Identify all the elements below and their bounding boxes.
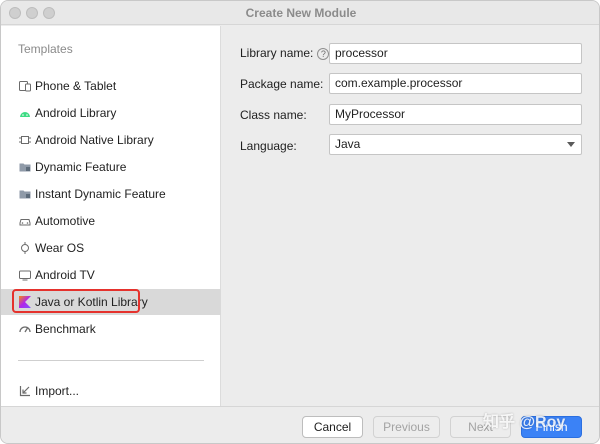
language-label: Language: bbox=[240, 139, 297, 153]
sidebar-item-automotive[interactable]: Automotive bbox=[1, 208, 221, 234]
sidebar-item-label: Wear OS bbox=[35, 241, 85, 255]
tv-icon bbox=[19, 270, 31, 281]
library-name-label: Library name:? bbox=[240, 46, 330, 60]
sidebar-item-label: Automotive bbox=[35, 214, 96, 228]
folder-icon bbox=[19, 190, 31, 199]
sidebar-item-label: Android Library bbox=[35, 106, 117, 120]
sidebar-item-dynamic-feature[interactable]: Dynamic Feature bbox=[1, 154, 221, 180]
sidebar-item-phone-tablet[interactable]: Phone & Tablet bbox=[1, 73, 221, 99]
sidebar-item-label: Phone & Tablet bbox=[35, 79, 117, 93]
sidebar-item-label: Android Native Library bbox=[35, 133, 154, 147]
phone-tablet-icon bbox=[19, 81, 31, 92]
class-name-field[interactable]: MyProcessor bbox=[329, 104, 582, 125]
watch-icon bbox=[21, 242, 29, 254]
window-title: Create New Module bbox=[245, 6, 357, 20]
folder-icon bbox=[19, 163, 31, 172]
sidebar-item-instant-dynamic-feature[interactable]: Instant Dynamic Feature bbox=[1, 181, 221, 207]
sidebar-item-label: Instant Dynamic Feature bbox=[35, 187, 166, 201]
sidebar-item-android-library[interactable]: Android Library bbox=[1, 100, 221, 126]
language-select[interactable]: Java bbox=[329, 134, 582, 155]
package-name-label: Package name: bbox=[240, 77, 324, 91]
selection-highlight-box bbox=[12, 289, 140, 313]
car-icon bbox=[19, 219, 31, 226]
library-name-field[interactable]: processor bbox=[329, 43, 582, 64]
class-name-label: Class name: bbox=[240, 108, 307, 122]
sidebar-item-benchmark[interactable]: Benchmark bbox=[1, 316, 221, 342]
import-label: Import... bbox=[35, 384, 80, 398]
native-library-icon bbox=[19, 136, 31, 144]
module-form: Library name:? processor Package name: c… bbox=[222, 26, 599, 406]
help-icon[interactable]: ? bbox=[317, 47, 330, 60]
sidebar-item-label: Benchmark bbox=[35, 322, 96, 336]
previous-button[interactable]: Previous bbox=[373, 416, 440, 438]
sidebar-item-wear-os[interactable]: Wear OS bbox=[1, 235, 221, 261]
chevron-down-icon bbox=[567, 142, 575, 147]
templates-header: Templates bbox=[18, 42, 73, 56]
sidebar-divider bbox=[18, 360, 204, 361]
package-name-field[interactable]: com.example.processor bbox=[329, 73, 582, 94]
android-icon bbox=[20, 112, 30, 117]
create-new-module-window: Create New Module Templates Phone & Tabl… bbox=[0, 0, 600, 444]
language-value: Java bbox=[335, 137, 361, 151]
templates-sidebar: Templates Phone & Tablet Android Library… bbox=[1, 26, 221, 406]
sidebar-item-android-tv[interactable]: Android TV bbox=[1, 262, 221, 288]
sidebar-item-android-native-library[interactable]: Android Native Library bbox=[1, 127, 221, 153]
gauge-icon bbox=[19, 326, 31, 333]
titlebar: Create New Module bbox=[1, 1, 599, 25]
sidebar-item-label: Dynamic Feature bbox=[35, 160, 127, 174]
sidebar-item-label: Android TV bbox=[35, 268, 95, 282]
watermark-text: 知乎 @Roy bbox=[483, 414, 566, 431]
cancel-button[interactable]: Cancel bbox=[302, 416, 363, 438]
import-icon bbox=[19, 386, 30, 397]
import-item[interactable]: Import... bbox=[1, 378, 221, 404]
